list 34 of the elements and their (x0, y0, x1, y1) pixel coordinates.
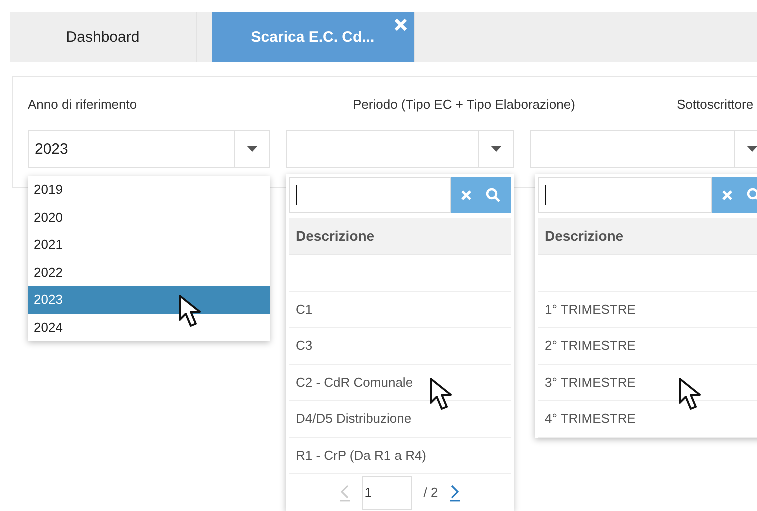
close-icon[interactable] (394, 18, 408, 32)
next-page-button[interactable] (450, 484, 460, 502)
select-field[interactable] (530, 130, 757, 168)
list-option[interactable]: 2022 (28, 258, 270, 286)
page-total: / 2 (424, 485, 438, 500)
list-option[interactable]: 2° TRIMESTRE (538, 328, 757, 364)
list-option[interactable]: C1 (289, 292, 511, 328)
caret-icon (746, 146, 757, 152)
column-header: Descrizione (289, 218, 511, 255)
list-option[interactable]: 2021 (28, 231, 270, 258)
page-field[interactable]: 1 (362, 476, 412, 510)
list-option[interactable]: C3 (289, 328, 511, 364)
field-label: Sottoscrittore (677, 97, 755, 112)
list-option[interactable]: 4° TRIMESTRE (538, 401, 757, 438)
search-field[interactable] (289, 177, 451, 213)
list-option[interactable]: C2 - CdR Comunale (289, 364, 511, 401)
column-header: Descrizione (538, 218, 757, 255)
list-option[interactable]: 3° TRIMESTRE (538, 364, 757, 401)
list-option[interactable]: 2019 (28, 176, 270, 204)
field-label: Anno di riferimento (28, 97, 138, 112)
clear-icon[interactable] (722, 190, 733, 200)
search-icon[interactable] (486, 188, 501, 202)
list-option[interactable]: 2020 (28, 204, 270, 231)
clear-icon[interactable] (461, 190, 472, 200)
list-option[interactable]: D4/D5 Distribuzione (289, 401, 511, 438)
list-option[interactable]: 2024 (28, 314, 270, 341)
caret-icon (490, 146, 502, 152)
list-option[interactable]: 1° TRIMESTRE (538, 292, 757, 328)
list-option[interactable]: R1 - CrP (Da R1 a R4) (289, 438, 511, 474)
select-field[interactable]: 2023 (28, 130, 270, 168)
caret-icon (246, 146, 258, 152)
field-label: Periodo (Tipo EC + Tipo Elaborazione) (353, 97, 576, 112)
search-field[interactable] (538, 177, 712, 213)
select-field[interactable] (286, 130, 514, 168)
